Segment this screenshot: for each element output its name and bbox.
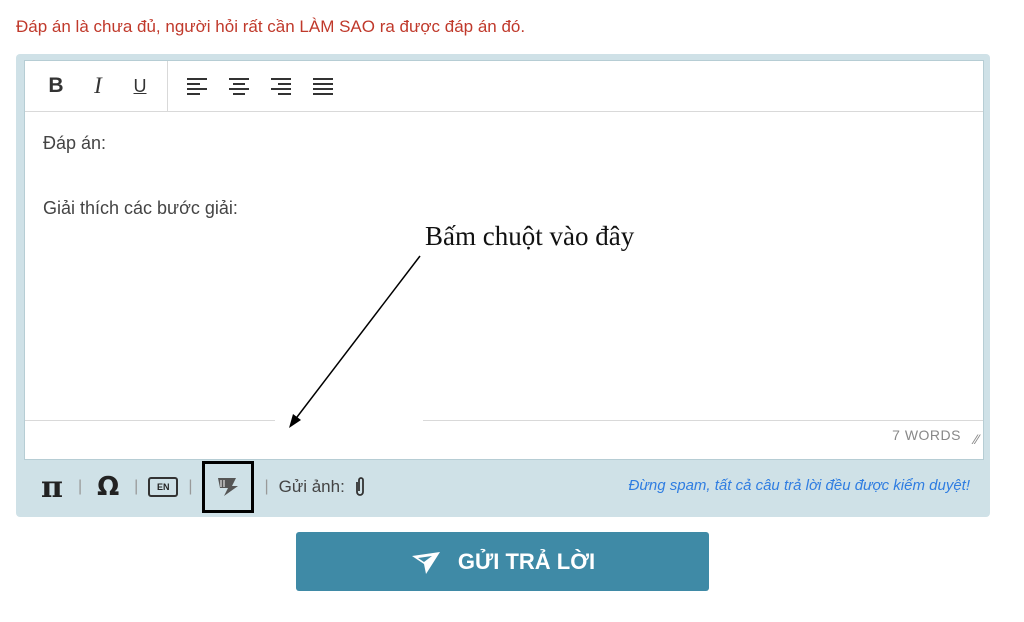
format-toolbar: B I U	[25, 61, 983, 112]
separator: |	[134, 478, 139, 495]
editor-area[interactable]: B I U Đáp án: Giải thích các bước giải: …	[24, 60, 984, 460]
answer-line: Đáp án:	[43, 133, 107, 153]
alignment-group	[168, 61, 344, 111]
resize-handle-icon[interactable]: ⁄⁄	[974, 431, 979, 447]
math-formula-button[interactable]: π	[36, 470, 68, 505]
special-chars-button[interactable]: Ω	[92, 472, 124, 502]
image-tool-icon	[218, 478, 239, 496]
editor-content[interactable]: Đáp án: Giải thích các bước giải:	[43, 133, 238, 219]
bold-button[interactable]: B	[35, 66, 77, 106]
language-button[interactable]: EN	[148, 477, 179, 497]
word-count-bar: 7 WORDS ⁄⁄	[25, 419, 983, 459]
align-right-icon[interactable]	[260, 66, 302, 106]
send-image-label: Gửi ảnh:	[278, 477, 345, 496]
explanation-line: Giải thích các bước giải:	[43, 198, 238, 218]
send-icon	[411, 551, 440, 574]
underline-button[interactable]: U	[119, 66, 161, 106]
separator: |	[188, 478, 193, 495]
align-justify-icon[interactable]	[302, 66, 344, 106]
text-style-group: B I U	[25, 61, 168, 111]
annotation-text: Bấm chuột vào đây	[425, 221, 635, 251]
paperclip-icon	[355, 477, 364, 496]
warning-message: Đáp án là chưa đủ, người hỏi rất cần LÀM…	[16, 17, 526, 36]
send-image[interactable]: Gửi ảnh:	[279, 476, 367, 498]
submit-answer-button[interactable]: GỬI TRẢ LỜI	[296, 532, 709, 591]
align-center-icon[interactable]	[218, 66, 260, 106]
divider-gap	[275, 419, 423, 423]
image-tool-button[interactable]	[202, 461, 255, 513]
answer-editor-frame: B I U Đáp án: Giải thích các bước giải: …	[16, 54, 990, 517]
separator: |	[264, 478, 269, 495]
separator: |	[78, 478, 83, 495]
spam-warning: Đừng spam, tất cả câu trả lời đều được k…	[628, 477, 970, 494]
submit-label: GỬI TRẢ LỜI	[457, 548, 596, 574]
insert-toolbar: π | Ω | EN | | Gửi ảnh: Đừng spam, tất c…	[24, 461, 982, 513]
italic-button[interactable]: I	[77, 66, 119, 106]
align-left-icon[interactable]	[176, 66, 218, 106]
word-count: 7 WORDS	[892, 427, 961, 443]
